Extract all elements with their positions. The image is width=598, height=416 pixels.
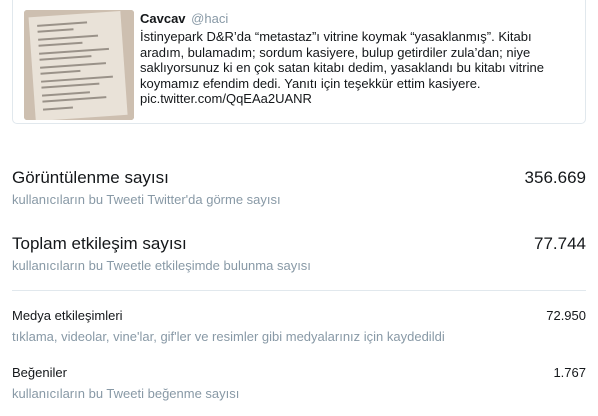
engagements-title: Toplam etkileşim sayısı bbox=[12, 234, 187, 253]
author-handle[interactable]: @haci bbox=[191, 11, 228, 26]
tweet-body: Cavcav @haci İstinyepark D&R’da “metasta… bbox=[140, 11, 577, 107]
divider bbox=[12, 290, 586, 291]
tweet-text: İstinyepark D&R’da “metastaz”ı vitrine k… bbox=[140, 29, 577, 107]
receipt-image bbox=[24, 10, 134, 120]
tweet-image-thumbnail[interactable] bbox=[24, 10, 134, 120]
impressions-title: Görüntülenme sayısı bbox=[12, 168, 169, 187]
tweet-card[interactable]: Cavcav @haci İstinyepark D&R’da “metasta… bbox=[12, 0, 586, 124]
likes-description: kullanıcıların bu Tweeti beğenme sayısı bbox=[12, 386, 240, 401]
tweet-text-content: İstinyepark D&R’da “metastaz”ı vitrine k… bbox=[140, 29, 544, 91]
likes-value: 1.767 bbox=[553, 365, 586, 380]
likes-title: Beğeniler bbox=[12, 365, 67, 380]
impressions-value: 356.669 bbox=[524, 168, 586, 187]
engagements-value: 77.744 bbox=[534, 234, 586, 253]
tweet-author: Cavcav @haci bbox=[140, 11, 577, 27]
media-engagements-title: Medya etkileşimleri bbox=[12, 308, 123, 323]
author-name[interactable]: Cavcav bbox=[140, 11, 186, 26]
tweet-media-link[interactable]: pic.twitter.com/QqEAa2UANR bbox=[140, 91, 577, 107]
media-engagements-description: tıklama, videolar, vine'lar, gif'ler ve … bbox=[12, 329, 445, 344]
impressions-description: kullanıcıların bu Tweeti Twitter'da görm… bbox=[12, 192, 281, 207]
media-engagements-value: 72.950 bbox=[546, 308, 586, 323]
engagements-description: kullanıcıların bu Tweetle etkileşimde bu… bbox=[12, 258, 311, 273]
